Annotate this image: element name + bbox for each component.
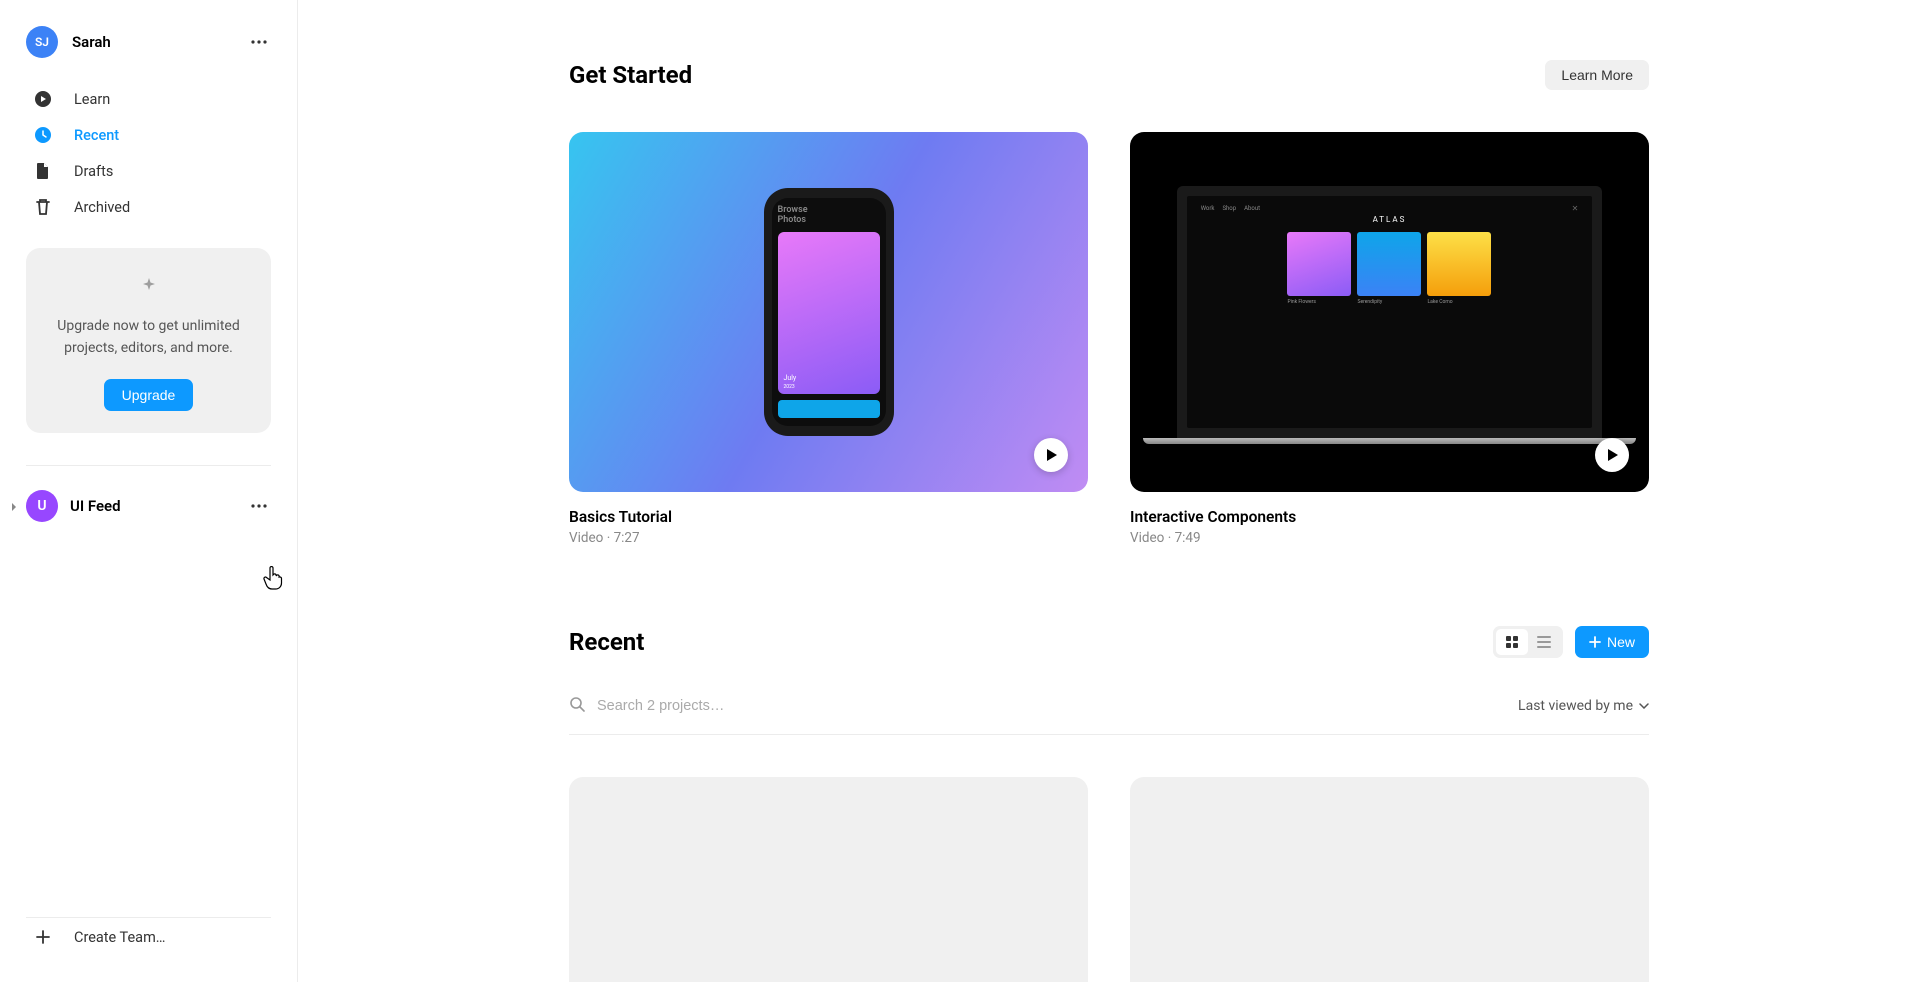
grid-icon bbox=[1505, 635, 1519, 649]
video-card-components[interactable]: WorkShopAbout ✕ ATLAS Pink Flowers Seren… bbox=[1130, 132, 1649, 546]
project-card[interactable] bbox=[1130, 777, 1649, 982]
plus-icon bbox=[34, 928, 52, 946]
chevron-right-icon bbox=[10, 497, 18, 516]
project-card[interactable] bbox=[569, 777, 1088, 982]
new-button-label: New bbox=[1607, 634, 1635, 650]
chevron-down-icon bbox=[1639, 703, 1649, 709]
more-icon bbox=[251, 40, 267, 44]
play-button[interactable] bbox=[1034, 438, 1068, 472]
grid-view-button[interactable] bbox=[1496, 629, 1528, 655]
list-icon bbox=[1537, 636, 1551, 648]
video-thumbnail: BrowsePhotos July2023 bbox=[569, 132, 1088, 492]
section-title-recent: Recent bbox=[569, 628, 1493, 656]
nav-drafts[interactable]: Drafts bbox=[26, 154, 271, 188]
team-more-button[interactable] bbox=[247, 494, 271, 518]
upgrade-text: Upgrade now to get unlimited projects, e… bbox=[46, 316, 251, 359]
create-team-label: Create Team… bbox=[74, 929, 165, 946]
nav-label: Recent bbox=[74, 127, 119, 144]
user-name: Sarah bbox=[72, 33, 233, 51]
user-avatar[interactable]: SJ bbox=[26, 26, 58, 58]
play-button[interactable] bbox=[1595, 438, 1629, 472]
more-icon bbox=[251, 504, 267, 508]
nav-learn[interactable]: Learn bbox=[26, 82, 271, 116]
learn-more-button[interactable]: Learn More bbox=[1545, 60, 1649, 90]
team-avatar: U bbox=[26, 490, 58, 522]
sort-label: Last viewed by me bbox=[1518, 698, 1633, 714]
upgrade-button[interactable]: Upgrade bbox=[104, 379, 194, 411]
video-card-basics[interactable]: BrowsePhotos July2023 Basics Tutorial Vi… bbox=[569, 132, 1088, 546]
upgrade-card: Upgrade now to get unlimited projects, e… bbox=[26, 248, 271, 433]
video-title: Interactive Components bbox=[1130, 508, 1649, 526]
video-thumbnail: WorkShopAbout ✕ ATLAS Pink Flowers Seren… bbox=[1130, 132, 1649, 492]
search-input[interactable] bbox=[597, 698, 1518, 714]
video-meta: Video · 7:27 bbox=[569, 530, 1088, 546]
user-row: SJ Sarah bbox=[26, 26, 271, 58]
play-icon bbox=[1607, 448, 1619, 462]
nav-label: Drafts bbox=[74, 163, 113, 180]
section-title-get-started: Get Started bbox=[569, 61, 692, 89]
play-icon bbox=[1046, 448, 1058, 462]
video-meta: Video · 7:49 bbox=[1130, 530, 1649, 546]
create-team-button[interactable]: Create Team… bbox=[26, 918, 271, 956]
nav-archived[interactable]: Archived bbox=[26, 190, 271, 224]
view-toggle bbox=[1493, 626, 1563, 658]
play-circle-icon bbox=[34, 90, 52, 108]
sort-dropdown[interactable]: Last viewed by me bbox=[1518, 698, 1649, 714]
nav-recent[interactable]: Recent bbox=[26, 118, 271, 152]
new-button[interactable]: New bbox=[1575, 626, 1649, 658]
clock-icon bbox=[34, 126, 52, 144]
video-title: Basics Tutorial bbox=[569, 508, 1088, 526]
nav-label: Learn bbox=[74, 91, 110, 108]
sparkle-icon bbox=[46, 276, 251, 298]
nav-label: Archived bbox=[74, 199, 130, 216]
team-row[interactable]: U UI Feed bbox=[26, 466, 271, 522]
team-name: UI Feed bbox=[70, 497, 235, 515]
user-more-button[interactable] bbox=[247, 30, 271, 54]
search-icon bbox=[569, 696, 585, 716]
trash-icon bbox=[34, 198, 52, 216]
plus-icon bbox=[1589, 636, 1601, 648]
file-icon bbox=[34, 162, 52, 180]
list-view-button[interactable] bbox=[1528, 629, 1560, 655]
